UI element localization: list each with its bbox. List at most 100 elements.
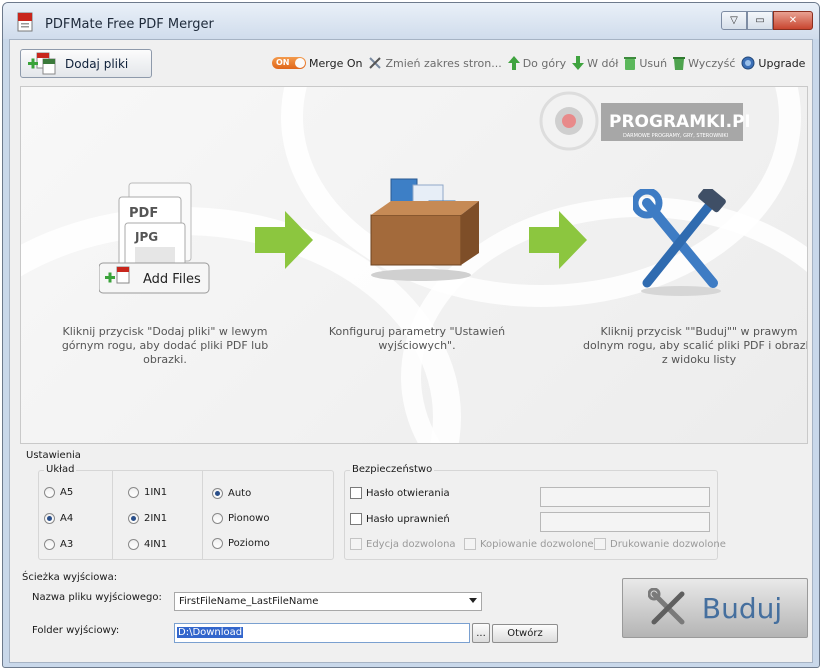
radio-indicator[interactable] xyxy=(212,513,223,524)
build-tools-icon xyxy=(633,189,726,296)
layout-1in1-radio[interactable]: 1IN1 xyxy=(128,487,167,498)
open-password-label: Hasło otwierania xyxy=(366,487,450,499)
orientation-portrait-label: Pionowo xyxy=(228,513,270,524)
move-up-label: Do góry xyxy=(522,56,567,70)
orientation-auto-radio[interactable]: Auto xyxy=(212,488,251,499)
file-list-panel[interactable]: PROGRAMKI.PL DARMOWE PROGRAMY, GRY, STER… xyxy=(20,86,808,444)
trash-icon xyxy=(673,57,686,70)
title-bar[interactable]: PDFMate Free PDF Merger ▽ ▭ ✕ xyxy=(3,3,819,39)
paper-a5-radio[interactable]: A5 xyxy=(44,487,73,498)
checkbox-box[interactable] xyxy=(350,538,362,550)
layout-divider xyxy=(202,470,203,560)
allow-print-checkbox[interactable]: Drukowanie dozwolone xyxy=(594,538,726,550)
layout-divider xyxy=(112,470,113,560)
checkbox-box[interactable] xyxy=(350,513,362,525)
paper-a3-radio[interactable]: A3 xyxy=(44,539,73,550)
allow-print-label: Drukowanie dozwolone xyxy=(610,538,726,550)
tools-icon xyxy=(369,57,382,69)
radio-indicator[interactable] xyxy=(128,487,139,498)
add-files-label: Dodaj pliki xyxy=(65,56,129,71)
main-client-area: Dodaj pliki ON Merge On Zmień zakres str… xyxy=(9,39,813,663)
step-2-text: Konfiguruj parametry "Ustawień wyjściowy… xyxy=(328,325,506,352)
orientation-landscape-label: Poziomo xyxy=(228,538,270,549)
step-1-text: Kliknij przycisk "Dodaj pliki" w lewym g… xyxy=(61,325,269,366)
allow-copy-checkbox[interactable]: Kopiowanie dozwolone xyxy=(464,538,594,550)
arrow-right-icon xyxy=(529,211,587,269)
folder-input[interactable]: D:\Download xyxy=(174,623,470,643)
arrow-down-icon xyxy=(572,56,585,70)
layout-1in1-label: 1IN1 xyxy=(144,487,168,498)
filename-value: FirstFileName_LastFileName xyxy=(179,596,319,607)
move-down-button[interactable]: W dół xyxy=(572,56,618,70)
radio-indicator[interactable] xyxy=(212,538,223,549)
app-logo-icon xyxy=(17,12,33,32)
app-window: PDFMate Free PDF Merger ▽ ▭ ✕ Dodaj plik… xyxy=(2,2,820,668)
help-menu-button[interactable]: ▽ xyxy=(721,11,747,30)
clear-button[interactable]: Wyczyść xyxy=(673,56,735,70)
clear-label: Wyczyść xyxy=(688,56,736,70)
close-button[interactable]: ✕ xyxy=(773,11,813,30)
checkbox-box[interactable] xyxy=(464,538,476,550)
orientation-auto-label: Auto xyxy=(228,488,252,499)
open-folder-button[interactable]: Otwórz xyxy=(492,624,558,643)
add-files-icon xyxy=(28,52,56,74)
checkbox-box[interactable] xyxy=(594,538,606,550)
change-range-button[interactable]: Zmień zakres stron... xyxy=(368,56,502,70)
browse-button[interactable]: ... xyxy=(472,623,490,643)
folder-label: Folder wyjściowy: xyxy=(32,625,120,636)
allow-edit-label: Edycja dozwolona xyxy=(366,538,456,550)
minimize-button[interactable]: ▭ xyxy=(747,11,773,30)
settings-box-illustration xyxy=(370,178,479,281)
permissions-password-field[interactable] xyxy=(540,512,710,532)
radio-indicator[interactable] xyxy=(128,539,139,550)
window-title: PDFMate Free PDF Merger xyxy=(45,17,214,32)
settings-section-label: Ustawienia xyxy=(26,450,81,461)
merge-toggle[interactable]: ON Merge On xyxy=(272,57,362,70)
build-icon xyxy=(647,588,685,625)
move-up-button[interactable]: Do góry xyxy=(507,56,567,70)
move-down-label: W dół xyxy=(587,56,619,70)
upgrade-button[interactable]: Upgrade xyxy=(741,56,805,70)
upgrade-label: Upgrade xyxy=(758,56,806,70)
paper-a4-radio[interactable]: A4 xyxy=(44,513,73,524)
change-range-label: Zmień zakres stron... xyxy=(385,56,502,70)
output-section-label: Ścieżka wyjściowa: xyxy=(22,572,118,583)
filename-dropdown[interactable]: FirstFileName_LastFileName xyxy=(174,592,482,611)
add-files-illustration: PDF JPG Add Files xyxy=(99,182,210,294)
layout-group-label: Układ xyxy=(44,464,77,475)
build-label: Buduj xyxy=(701,591,783,625)
step-3-text: Kliknij przycisk ""Buduj"" w prawym doln… xyxy=(583,325,808,366)
permissions-password-label: Hasło uprawnień xyxy=(366,513,450,525)
allow-copy-label: Kopiowanie dozwolone xyxy=(480,538,594,550)
paper-a3-label: A3 xyxy=(60,539,74,550)
orientation-landscape-radio[interactable]: Poziomo xyxy=(212,538,270,549)
remove-button[interactable]: Usuń xyxy=(624,56,667,70)
orientation-portrait-radio[interactable]: Pionowo xyxy=(212,513,269,524)
add-files-button[interactable]: Dodaj pliki xyxy=(20,49,152,78)
allow-edit-checkbox[interactable]: Edycja dozwolona xyxy=(350,538,456,550)
radio-indicator[interactable] xyxy=(128,513,139,524)
merge-label: Merge On xyxy=(309,56,363,70)
open-password-checkbox[interactable]: Hasło otwierania xyxy=(350,487,450,499)
watermark-logo: PROGRAMKI.PL DARMOWE PROGRAMY, GRY, STER… xyxy=(539,91,749,151)
build-button[interactable]: Buduj xyxy=(622,578,808,638)
layout-group xyxy=(38,470,334,560)
radio-indicator[interactable] xyxy=(44,539,55,550)
open-password-field[interactable] xyxy=(540,487,710,507)
arrow-right-icon xyxy=(255,211,313,269)
radio-indicator[interactable] xyxy=(44,487,55,498)
remove-icon xyxy=(624,57,637,70)
add-files-graphic-label: Add Files xyxy=(143,272,201,287)
chevron-down-icon[interactable] xyxy=(469,598,477,603)
radio-indicator[interactable] xyxy=(212,488,223,499)
permissions-password-checkbox[interactable]: Hasło uprawnień xyxy=(350,513,450,525)
checkbox-box[interactable] xyxy=(350,487,362,499)
layout-4in1-radio[interactable]: 4IN1 xyxy=(128,539,167,550)
remove-label: Usuń xyxy=(639,56,668,70)
layout-2in1-radio[interactable]: 2IN1 xyxy=(128,513,167,524)
upgrade-icon xyxy=(741,56,755,70)
layout-4in1-label: 4IN1 xyxy=(144,539,168,550)
radio-indicator[interactable] xyxy=(44,513,55,524)
filename-label: Nazwa pliku wyjściowego: xyxy=(32,592,162,603)
merge-toggle-switch[interactable]: ON xyxy=(272,57,306,69)
